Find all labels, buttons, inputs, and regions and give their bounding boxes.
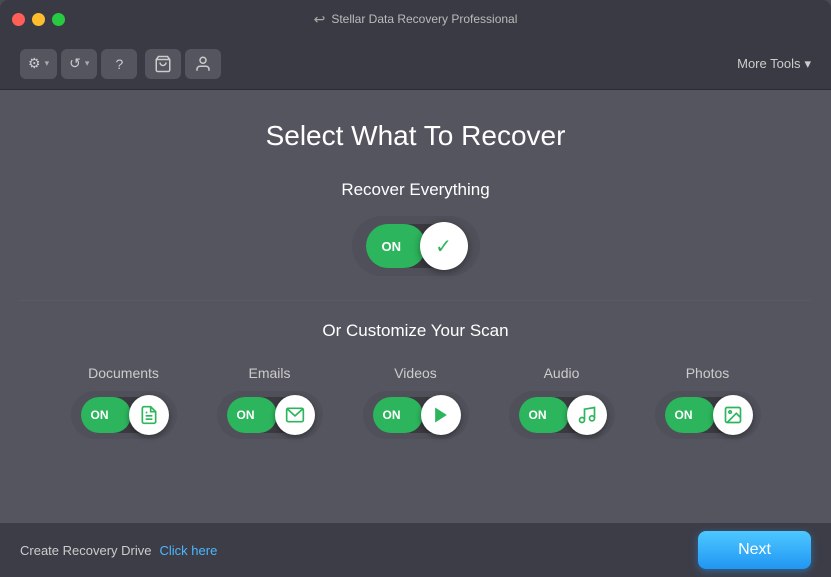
emails-label: Emails: [248, 365, 290, 381]
photos-toggle[interactable]: ON: [665, 397, 751, 433]
audio-toggle[interactable]: ON: [519, 397, 605, 433]
restore-button[interactable]: ↺: [61, 49, 97, 79]
photos-label: Photos: [686, 365, 730, 381]
videos-label: Videos: [394, 365, 437, 381]
page-title: Select What To Recover: [266, 120, 566, 152]
settings-button[interactable]: ⚙: [20, 49, 57, 79]
recover-everything-toggle[interactable]: ON ✓: [366, 224, 466, 268]
toolbar-right: More Tools ▾: [737, 56, 811, 72]
toolbar: ⚙ ↺ ?: [0, 38, 831, 90]
emails-toggle-wrapper: ON: [217, 391, 323, 439]
documents-label: Documents: [88, 365, 159, 381]
close-button[interactable]: [12, 13, 25, 26]
documents-toggle-label: ON: [91, 408, 109, 422]
next-button[interactable]: Next: [698, 531, 811, 569]
footer-left: Create Recovery Drive Click here: [20, 543, 217, 558]
cart-button[interactable]: [145, 49, 181, 79]
categories-container: Documents ON: [71, 365, 761, 439]
videos-toggle[interactable]: ON: [373, 397, 459, 433]
account-icon: [194, 55, 212, 73]
documents-toggle[interactable]: ON: [81, 397, 167, 433]
title-bar-center: ↩ Stellar Data Recovery Professional: [314, 11, 518, 28]
audio-toggle-label: ON: [529, 408, 547, 422]
app-title: Stellar Data Recovery Professional: [331, 12, 517, 26]
document-icon: [139, 405, 159, 425]
category-photos: Photos ON: [655, 365, 761, 439]
footer: Create Recovery Drive Click here Next: [0, 523, 831, 577]
videos-toggle-wrapper: ON: [363, 391, 469, 439]
documents-toggle-knob: [129, 395, 169, 435]
photos-toggle-wrapper: ON: [655, 391, 761, 439]
checkmark-icon: ✓: [435, 234, 452, 259]
email-icon: [285, 405, 305, 425]
help-icon: ?: [115, 56, 123, 72]
help-button[interactable]: ?: [101, 49, 137, 79]
section-divider: [20, 300, 811, 301]
content-area: Select What To Recover Recover Everythin…: [0, 90, 831, 577]
photos-toggle-label: ON: [675, 408, 693, 422]
documents-toggle-wrapper: ON: [71, 391, 177, 439]
customize-title: Or Customize Your Scan: [322, 321, 508, 341]
emails-toggle-label: ON: [237, 408, 255, 422]
category-emails: Emails ON: [217, 365, 323, 439]
more-tools-button[interactable]: More Tools ▾: [737, 56, 811, 72]
audio-toggle-wrapper: ON: [509, 391, 615, 439]
restore-icon: ↺: [69, 55, 81, 72]
emails-toggle[interactable]: ON: [227, 397, 313, 433]
audio-toggle-knob: [567, 395, 607, 435]
toggle-knob: ✓: [420, 222, 468, 270]
settings-icon: ⚙: [28, 55, 41, 72]
video-icon: [431, 405, 451, 425]
more-tools-label: More Tools: [737, 56, 800, 71]
account-button[interactable]: [185, 49, 221, 79]
traffic-lights: [12, 13, 65, 26]
click-here-link[interactable]: Click here: [160, 543, 218, 558]
category-audio: Audio ON: [509, 365, 615, 439]
create-recovery-label: Create Recovery Drive: [20, 543, 152, 558]
recover-everything-label: Recover Everything: [341, 180, 489, 200]
maximize-button[interactable]: [52, 13, 65, 26]
title-bar: ↩ Stellar Data Recovery Professional: [0, 0, 831, 38]
minimize-button[interactable]: [32, 13, 45, 26]
videos-toggle-label: ON: [383, 408, 401, 422]
toolbar-left: ⚙ ↺ ?: [20, 49, 221, 79]
cart-icon: [154, 55, 172, 73]
more-tools-chevron: ▾: [804, 56, 811, 72]
toggle-on-label: ON: [382, 239, 402, 254]
back-icon: ↩: [314, 11, 326, 28]
audio-label: Audio: [544, 365, 580, 381]
emails-toggle-knob: [275, 395, 315, 435]
category-documents: Documents ON: [71, 365, 177, 439]
category-videos: Videos ON: [363, 365, 469, 439]
audio-icon: [577, 405, 597, 425]
recover-everything-toggle-wrapper: ON ✓: [352, 216, 480, 276]
photos-toggle-knob: [713, 395, 753, 435]
videos-toggle-knob: [421, 395, 461, 435]
photo-icon: [723, 405, 743, 425]
